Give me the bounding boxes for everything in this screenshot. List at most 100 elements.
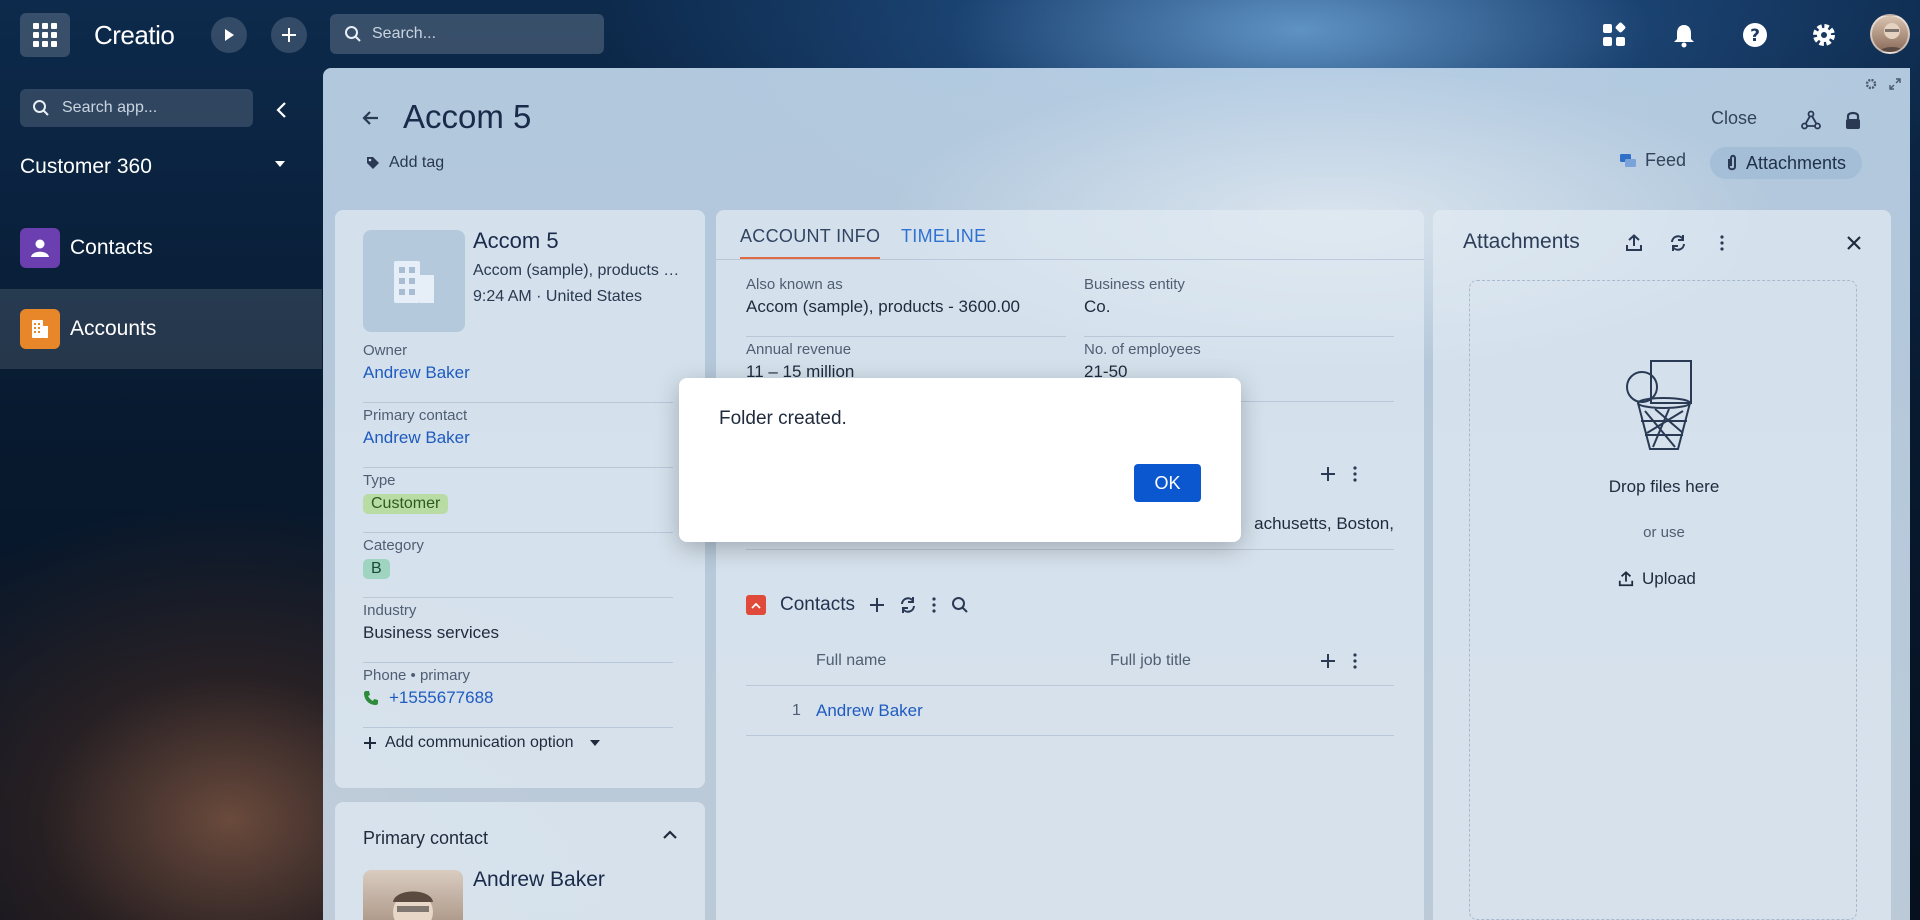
contacts-title: Contacts — [780, 594, 855, 615]
search-contacts-button[interactable] — [951, 596, 969, 614]
more-vertical-icon — [931, 597, 937, 613]
dashboard-button[interactable] — [1596, 17, 1632, 53]
app-search[interactable] — [20, 89, 253, 127]
workspace-title[interactable]: Customer 360 — [20, 155, 152, 179]
refresh-contacts-button[interactable] — [899, 596, 917, 614]
account-profile-card: Accom 5 Accom (sample), products - 3600.… — [335, 210, 705, 788]
contacts-table-header: Full name Full job title — [746, 638, 1394, 686]
add-tag-button[interactable]: Add tag — [365, 154, 444, 172]
system-settings-button[interactable] — [1806, 17, 1842, 53]
ok-button[interactable]: OK — [1134, 464, 1201, 502]
phone-icon[interactable] — [363, 690, 379, 706]
account-logo[interactable] — [363, 230, 465, 332]
feed-icon — [1619, 153, 1637, 169]
plus-icon — [1320, 653, 1336, 669]
add-communication-option-button[interactable]: Add communication option — [363, 734, 600, 752]
field-label: Industry — [363, 602, 417, 619]
app-launcher-button[interactable] — [20, 13, 70, 57]
tab-account-info[interactable]: ACCOUNT INFO — [740, 226, 881, 259]
svg-text:?: ? — [1750, 26, 1760, 46]
category-tag[interactable]: B — [363, 559, 390, 579]
creatio-logo[interactable]: Creatio — [94, 20, 175, 51]
page-settings-icon[interactable] — [1865, 78, 1877, 90]
field-label: No. of employees — [1084, 341, 1201, 358]
collapse-button[interactable] — [663, 830, 677, 840]
attachments-button[interactable]: Attachments — [1710, 147, 1863, 179]
contact-name-link[interactable]: Andrew Baker — [816, 701, 923, 721]
or-use-text: or use — [1643, 524, 1685, 541]
back-button[interactable] — [361, 108, 381, 128]
field-label: Primary contact — [363, 407, 468, 424]
help-icon: ? — [1741, 21, 1769, 49]
table-row[interactable]: 1 Andrew Baker — [746, 686, 1394, 736]
search-icon — [32, 99, 50, 117]
contact-photo[interactable] — [363, 870, 463, 920]
notifications-button[interactable] — [1666, 17, 1702, 53]
collapse-contacts-button[interactable] — [746, 595, 766, 615]
plus-icon — [363, 736, 377, 750]
file-dropzone[interactable]: Drop files here or use Upload — [1469, 280, 1857, 920]
sidebar-item-contacts[interactable]: Contacts — [0, 208, 322, 288]
phone-field: Phone • primary +1555677688 — [363, 663, 673, 728]
account-subtitle: Accom (sample), products - 3600.00 — [473, 262, 683, 279]
address-value: achusetts, Boston, — [1254, 514, 1394, 533]
run-process-button[interactable] — [211, 17, 247, 53]
close-attachments-button[interactable] — [1841, 230, 1867, 256]
add-column-button[interactable] — [1320, 653, 1336, 669]
collapse-sidebar-button[interactable] — [268, 96, 296, 124]
widgets-icon — [1601, 22, 1627, 48]
add-address-button[interactable] — [1320, 466, 1336, 482]
drop-files-text: Drop files here — [1608, 477, 1720, 496]
nodes-icon — [1801, 110, 1821, 130]
upload-file-button[interactable]: Upload — [1618, 569, 1696, 589]
owner-field: Owner Andrew Baker — [363, 338, 673, 403]
address-menu-button[interactable] — [1352, 466, 1358, 482]
refresh-icon — [1669, 234, 1687, 252]
also-known-as-field: Also known as Accom (sample), products -… — [746, 272, 1066, 337]
refresh-attachments-button[interactable] — [1665, 230, 1691, 256]
upload-button[interactable] — [1621, 230, 1647, 256]
plus-icon — [1320, 466, 1336, 482]
tab-timeline[interactable]: TIMELINE — [901, 226, 986, 247]
business-entity-value[interactable]: Co. — [1084, 297, 1394, 317]
caret-down-icon — [589, 740, 600, 746]
feed-label: Feed — [1645, 150, 1687, 170]
share-button[interactable] — [1797, 106, 1825, 134]
attachments-menu-button[interactable] — [1709, 230, 1735, 256]
primary-contact-link[interactable]: Andrew Baker — [363, 428, 673, 448]
feed-button[interactable]: Feed — [1619, 150, 1686, 171]
industry-value[interactable]: Business services — [363, 623, 673, 643]
add-contact-button[interactable] — [869, 597, 885, 613]
primary-contact-field: Primary contact Andrew Baker — [363, 403, 673, 468]
column-job-title[interactable]: Full job title — [1110, 652, 1191, 670]
create-button[interactable] — [271, 17, 307, 53]
more-vertical-icon — [1352, 466, 1358, 482]
user-avatar[interactable] — [1870, 14, 1910, 54]
also-known-as-value[interactable]: Accom (sample), products - 3600.00 — [746, 297, 1066, 317]
refresh-icon — [899, 596, 917, 614]
column-full-name[interactable]: Full name — [816, 652, 886, 670]
row-number: 1 — [792, 702, 801, 719]
primary-contact-card: Primary contact Andrew Baker — [335, 802, 705, 920]
chevron-left-icon — [274, 101, 290, 119]
paperclip-icon — [1726, 154, 1738, 172]
phone-link[interactable]: +1555677688 — [389, 688, 493, 708]
sidebar-item-accounts[interactable]: Accounts — [0, 289, 322, 369]
upload-icon — [1618, 571, 1634, 587]
workspace-dropdown[interactable] — [274, 160, 286, 168]
table-menu-button[interactable] — [1352, 653, 1358, 669]
app-search-input[interactable] — [62, 89, 242, 127]
expand-icon[interactable] — [1889, 78, 1901, 90]
global-search-input[interactable] — [372, 14, 592, 54]
gear-icon — [1810, 21, 1838, 49]
help-button[interactable]: ? — [1737, 17, 1773, 53]
contact-name[interactable]: Andrew Baker — [473, 868, 605, 892]
access-rights-button[interactable] — [1839, 106, 1867, 134]
owner-link[interactable]: Andrew Baker — [363, 363, 673, 383]
global-search[interactable] — [330, 14, 604, 54]
contacts-menu-button[interactable] — [931, 597, 937, 613]
info-dialog: Folder created. OK — [679, 378, 1241, 542]
type-tag[interactable]: Customer — [363, 494, 449, 514]
close-button[interactable]: Close — [1711, 108, 1757, 129]
play-icon — [222, 28, 236, 42]
